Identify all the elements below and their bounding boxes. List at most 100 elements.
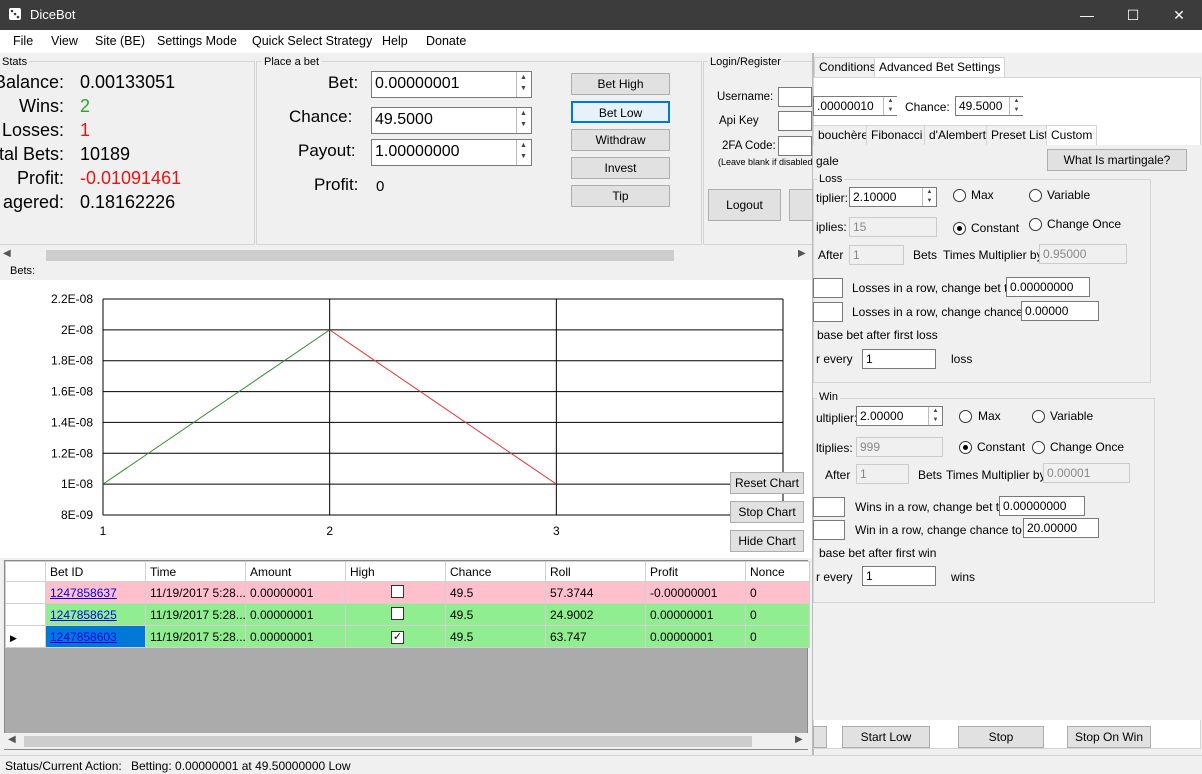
column-header[interactable]: Bet ID <box>45 561 146 582</box>
bet-id-link[interactable]: 1247858637 <box>50 586 117 600</box>
loss-multiplies-input[interactable]: 15 <box>849 217 937 237</box>
bet-id-link[interactable]: 1247858603 <box>50 630 117 644</box>
minimize-button[interactable]: — <box>1064 0 1110 30</box>
stop-on-win-button[interactable]: Stop On Win <box>1067 726 1151 748</box>
table-row[interactable]: ▶ 1247858603 11/19/2017 5:28... 0.00000001 ✓… <box>5 625 810 648</box>
win-change-once-radio[interactable] <box>1032 441 1045 454</box>
column-header[interactable]: Time <box>145 561 246 582</box>
loss-every-input[interactable]: 1 <box>862 349 936 369</box>
reset-chart-button[interactable]: Reset Chart <box>730 472 804 494</box>
win-variable-radio[interactable] <box>1032 410 1045 423</box>
table-row[interactable]: 1247858625 11/19/2017 5:28... 0.00000001 49… <box>5 603 810 626</box>
table-scroll-thumb[interactable] <box>24 736 752 747</box>
column-header[interactable]: Amount <box>245 561 346 582</box>
win-multiplies-input[interactable]: 999 <box>856 437 943 457</box>
win-multiplier-spinner[interactable]: ▲ ▼ <box>928 407 942 425</box>
bet-id-link[interactable]: 1247858625 <box>50 608 117 622</box>
close-button[interactable]: ✕ <box>1156 0 1202 30</box>
high-checkbox[interactable]: ✓ <box>391 631 404 644</box>
menu-view[interactable]: View <box>51 34 78 48</box>
row-header[interactable] <box>5 581 46 604</box>
amount-cell: 0.00000001 <box>245 625 346 648</box>
column-header[interactable]: Nonce <box>745 561 810 582</box>
menu-donate[interactable]: Donate <box>426 34 466 48</box>
username-input[interactable] <box>778 87 812 107</box>
stop-chart-button[interactable]: Stop Chart <box>730 501 804 523</box>
apikey-input[interactable] <box>778 111 812 131</box>
menu-settings-mode[interactable]: Settings Mode <box>157 34 237 48</box>
loss-max-radio[interactable] <box>953 189 966 202</box>
logout-button[interactable]: Logout <box>708 189 781 221</box>
bet-high-button[interactable]: Bet High <box>571 73 670 95</box>
win-times-input[interactable]: 0.00001 <box>1043 463 1130 483</box>
win-group-label: Win <box>817 391 840 403</box>
loss-change-once-radio[interactable] <box>1029 218 1042 231</box>
win-row1-count-input[interactable] <box>813 497 845 517</box>
win-row1-input[interactable]: 0.00000000 <box>999 496 1085 516</box>
tab-fibonacci[interactable]: Fibonacci <box>866 125 928 145</box>
table-scroll-left-icon[interactable]: ◀ <box>8 734 16 745</box>
loss-row2-input[interactable]: 0.00000 <box>1021 301 1099 321</box>
maximize-button[interactable]: ☐ <box>1110 0 1156 30</box>
loss-multiplier-spinner[interactable]: ▲ ▼ <box>922 188 936 206</box>
twofa-input[interactable] <box>778 136 812 156</box>
scroll-left-icon[interactable]: ◀ <box>3 248 11 259</box>
stop-button[interactable]: Stop <box>958 726 1044 748</box>
bet-low-button[interactable]: Bet Low <box>571 101 670 123</box>
column-header[interactable]: High <box>345 561 446 582</box>
current-row-indicator-icon[interactable]: ▶ <box>5 625 46 648</box>
column-header[interactable]: Chance <box>445 561 546 582</box>
chance-spinner[interactable]: ▲ ▼ <box>516 108 530 133</box>
high-checkbox[interactable] <box>391 584 404 598</box>
hide-chart-button[interactable]: Hide Chart <box>730 530 804 552</box>
tab-dalembert[interactable]: d'Alembert <box>924 125 991 145</box>
withdraw-button[interactable]: Withdraw <box>571 129 670 151</box>
high-checkbox[interactable] <box>391 606 404 620</box>
bet-amount-input[interactable]: 0.00000001 <box>371 71 532 98</box>
start-low-button[interactable]: Start Low <box>842 726 930 748</box>
tip-button[interactable]: Tip <box>571 185 670 207</box>
tab-preset-list[interactable]: Preset List <box>986 125 1053 145</box>
loss-constant-radio[interactable] <box>953 222 966 235</box>
login-extra-button[interactable] <box>789 189 813 221</box>
column-header[interactable]: Roll <box>545 561 646 582</box>
tab-advanced-bet-settings[interactable]: Advanced Bet Settings <box>874 57 1006 77</box>
what-is-martingale-button[interactable]: What Is martingale? <box>1047 149 1187 171</box>
menu-site[interactable]: Site (BE) <box>95 34 145 48</box>
win-constant-radio[interactable] <box>959 441 972 454</box>
win-after-input[interactable]: 1 <box>856 464 909 484</box>
payout-input[interactable]: 1.00000000 <box>371 139 532 166</box>
loss-row1-input[interactable]: 0.00000000 <box>1006 277 1090 297</box>
menu-quick-select-strategy[interactable]: Quick Select Strategy <box>252 34 372 48</box>
bet-amount-spinner[interactable]: ▲ ▼ <box>516 72 530 97</box>
login-group-label: Login/Register <box>708 56 783 68</box>
scroll-thumb[interactable] <box>46 250 674 261</box>
win-row2-input[interactable]: 20.00000 <box>1023 518 1099 538</box>
invest-button[interactable]: Invest <box>571 157 670 179</box>
table-row[interactable]: 1247858637 11/19/2017 5:28... 0.00000001 49… <box>5 581 810 604</box>
column-header[interactable]: Profit <box>645 561 746 582</box>
scroll-right-icon[interactable]: ▶ <box>798 248 806 259</box>
tab-labouchere[interactable]: bouchère <box>813 125 874 145</box>
right-chance-spinner[interactable]: ▲ ▼ <box>1009 97 1023 115</box>
loss-times-input[interactable]: 0.95000 <box>1039 244 1127 264</box>
chance-input[interactable]: 49.5000 <box>371 107 532 134</box>
tab-conditions[interactable]: Conditions <box>814 57 881 77</box>
payout-spinner[interactable]: ▲ ▼ <box>516 140 530 165</box>
table-scroll-right-icon[interactable]: ▶ <box>795 734 803 745</box>
loss-row1-count-input[interactable] <box>813 278 843 298</box>
tab-custom[interactable]: Custom <box>1046 125 1098 145</box>
loss-variable-radio[interactable] <box>1029 189 1042 202</box>
win-every-input[interactable]: 1 <box>862 566 936 586</box>
loss-after-input[interactable]: 1 <box>849 245 904 265</box>
start-high-button-partial[interactable] <box>813 726 827 748</box>
menu-file[interactable]: File <box>13 34 33 48</box>
win-row2-count-input[interactable] <box>813 520 845 540</box>
row-header[interactable] <box>5 603 46 626</box>
win-max-radio[interactable] <box>959 410 972 423</box>
nonce-cell: 0 <box>745 581 810 604</box>
menu-help[interactable]: Help <box>382 34 408 48</box>
loss-row2-count-input[interactable] <box>813 302 843 322</box>
base-bet-spinner[interactable]: ▲ ▼ <box>883 97 897 115</box>
win-every-unit: wins <box>951 570 976 584</box>
